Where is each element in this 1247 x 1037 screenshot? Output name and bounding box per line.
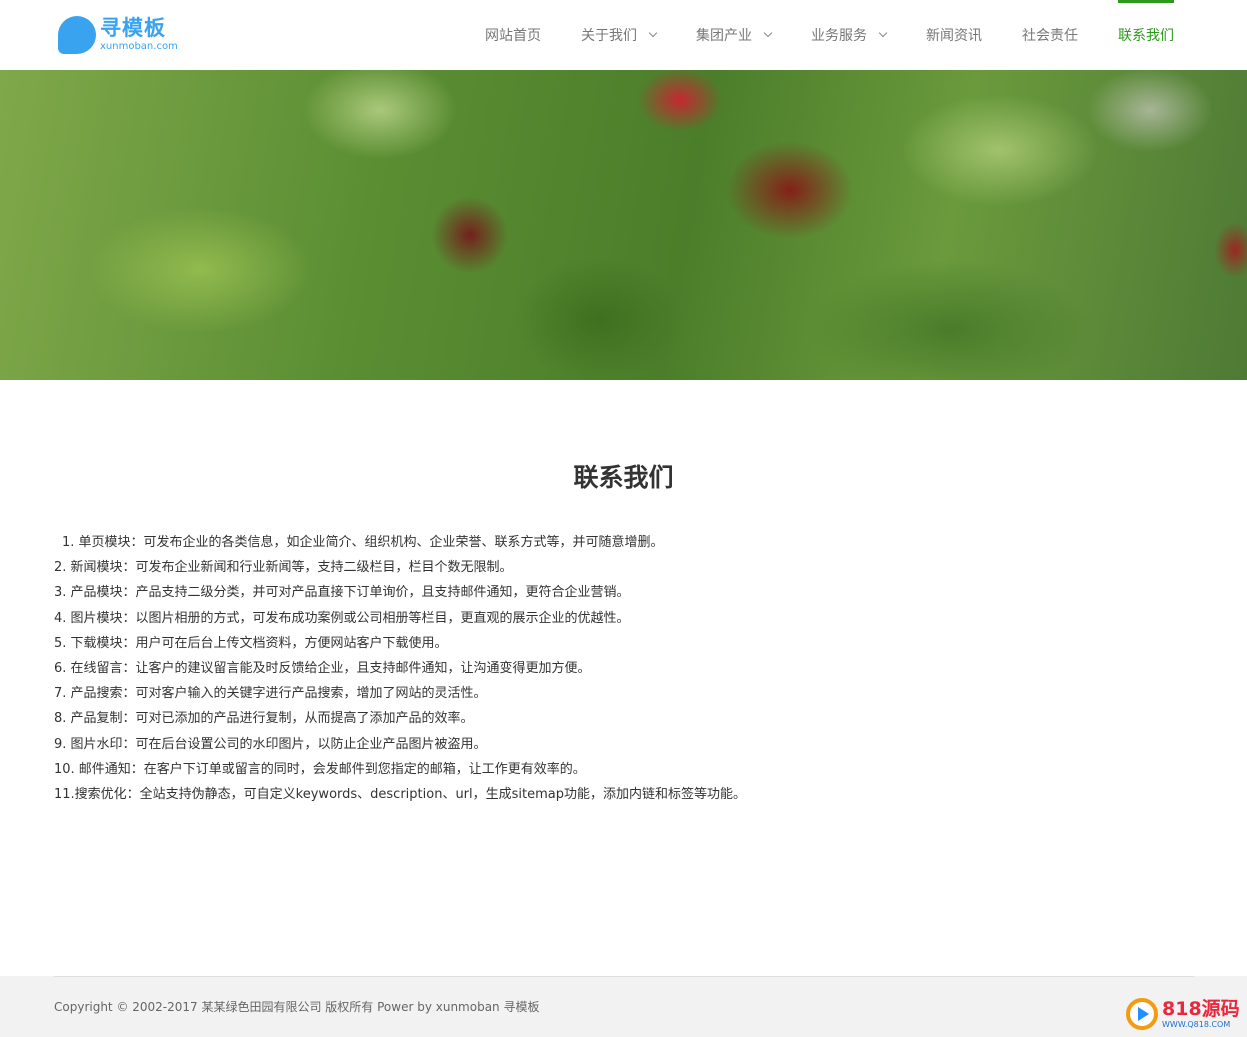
- nav-item-services[interactable]: 业务服务: [811, 0, 888, 70]
- list-item: 7. 产品搜索：可对客户输入的关键字进行产品搜索，增加了网站的灵活性。: [54, 686, 487, 702]
- play-icon: [1126, 998, 1158, 1030]
- main-nav: 网站首页 关于我们 集团产业 业务服务 新闻资讯 社会责任 联系我们: [485, 0, 1174, 70]
- nav-item-label: 关于我们: [581, 28, 637, 44]
- list-item: 6. 在线留言：让客户的建议留言能及时反馈给企业，且支持邮件通知，让沟通变得更加…: [54, 661, 591, 677]
- chevron-down-icon: [648, 28, 658, 38]
- list-item: 4. 图片模块：以图片相册的方式，可发布成功案例或公司相册等栏目，更直观的展示企…: [54, 610, 630, 626]
- list-item: 1. 单页模块：可发布企业的各类信息，如企业简介、组织机构、企业荣誉、联系方式等…: [62, 535, 664, 550]
- logo-mark-icon: [58, 16, 96, 54]
- nav-item-home[interactable]: 网站首页: [485, 0, 541, 70]
- nav-item-news[interactable]: 新闻资讯: [926, 0, 982, 70]
- nav-item-label: 集团产业: [696, 28, 752, 44]
- chevron-down-icon: [763, 28, 773, 38]
- list-item: 3. 产品模块：产品支持二级分类，并可对产品直接下订单询价，且支持邮件通知，更符…: [54, 585, 630, 601]
- hero-banner-image: [0, 70, 1247, 380]
- watermark-logo[interactable]: 818源码 WWW.Q818.COM: [1126, 996, 1241, 1032]
- site-logo[interactable]: 寻模板 xunmoban.com: [58, 14, 188, 56]
- list-item: 5. 下载模块：用户可在后台上传文档资料，方便网站客户下载使用。: [54, 635, 448, 651]
- watermark-url: WWW.Q818.COM: [1162, 1019, 1231, 1029]
- copyright-text: Copyright © 2002-2017 某某绿色田园有限公司 版权所有 Po…: [54, 1000, 540, 1014]
- chevron-down-icon: [878, 28, 888, 38]
- list-item: 11.搜索优化：全站支持伪静态，可自定义keywords、description…: [54, 787, 746, 803]
- nav-item-responsibility[interactable]: 社会责任: [1022, 0, 1078, 70]
- nav-item-label: 联系我们: [1118, 28, 1174, 44]
- nav-item-label: 网站首页: [485, 28, 541, 44]
- watermark-title: 818源码: [1162, 997, 1240, 1020]
- nav-item-label: 社会责任: [1022, 28, 1078, 44]
- logo-domain: xunmoban.com: [100, 41, 178, 52]
- nav-item-label: 业务服务: [811, 28, 867, 44]
- page-title: 联系我们: [573, 463, 674, 492]
- nav-item-contact[interactable]: 联系我们: [1118, 0, 1174, 70]
- nav-item-label: 新闻资讯: [926, 28, 982, 44]
- list-item: 10. 邮件通知：在客户下订单或留言的同时，会发邮件到您指定的邮箱，让工作更有效…: [54, 761, 586, 777]
- logo-name: 寻模板: [100, 16, 166, 40]
- list-item: 2. 新闻模块：可发布企业新闻和行业新闻等，支持二级栏目，栏目个数无限制。: [54, 560, 513, 576]
- nav-item-about[interactable]: 关于我们: [581, 0, 658, 70]
- site-header: 寻模板 xunmoban.com 网站首页 关于我们 集团产业 业务服务 新闻资…: [0, 0, 1247, 70]
- list-item: 8. 产品复制：可对已添加的产品进行复制，从而提高了添加产品的效率。: [54, 711, 474, 727]
- feature-list: 1. 单页模块：可发布企业的各类信息，如企业简介、组织机构、企业荣誉、联系方式等…: [54, 530, 1194, 807]
- nav-item-industries[interactable]: 集团产业: [696, 0, 773, 70]
- footer-divider: [54, 976, 1194, 977]
- list-item: 9. 图片水印：可在后台设置公司的水印图片，以防止企业产品图片被盗用。: [54, 736, 487, 752]
- site-footer: Copyright © 2002-2017 某某绿色田园有限公司 版权所有 Po…: [0, 976, 1247, 1037]
